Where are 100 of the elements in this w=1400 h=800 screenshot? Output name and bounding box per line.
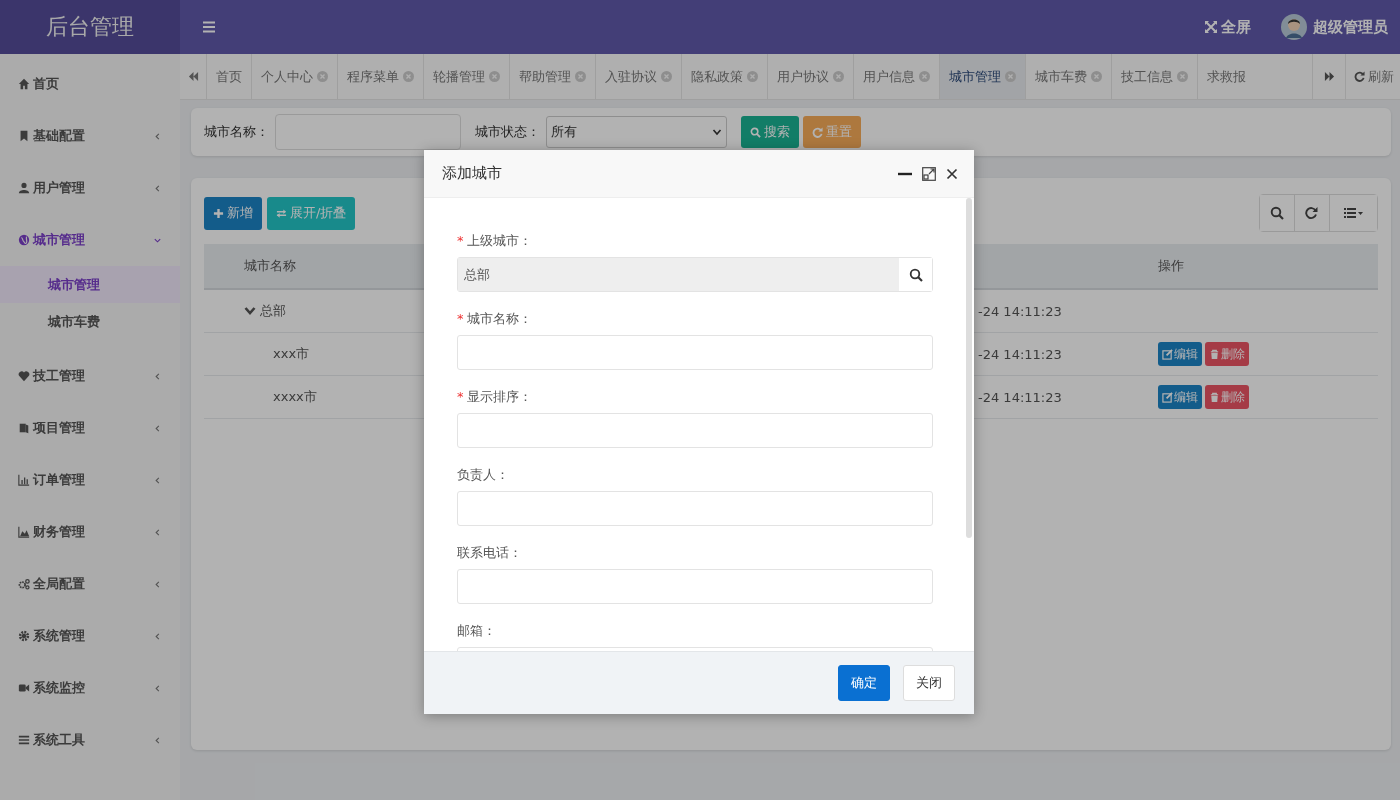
sidebar-item[interactable]: 财务管理: [0, 506, 180, 558]
chevron-left-icon: [153, 579, 162, 589]
field-label: 联系电话：: [457, 544, 522, 561]
field-label: 城市名称：: [204, 123, 269, 141]
refresh-button[interactable]: 刷新: [1346, 54, 1400, 99]
user-icon: [18, 182, 30, 194]
delete-button[interactable]: 删除: [1205, 342, 1249, 366]
gears-icon: [18, 578, 30, 590]
user-menu[interactable]: 超级管理员: [1281, 14, 1388, 40]
required-mark: *: [457, 310, 464, 327]
delete-button[interactable]: 删除: [1205, 385, 1249, 409]
column-header: 操作: [1141, 244, 1378, 290]
field-label: 城市状态：: [475, 123, 540, 141]
search-button[interactable]: [1260, 195, 1295, 231]
tab[interactable]: 轮播管理: [424, 54, 510, 99]
chevron-left-icon: [153, 423, 162, 433]
double-left-icon: [187, 71, 199, 82]
chevron-left-icon: [153, 527, 162, 537]
close-icon: [403, 71, 414, 82]
bookmark-icon: [18, 130, 30, 142]
confirm-button[interactable]: 确定: [838, 665, 890, 701]
sidebar-item[interactable]: 全局配置: [0, 558, 180, 610]
close-button[interactable]: 关闭: [903, 665, 955, 701]
close-icon: [661, 71, 672, 82]
add-button[interactable]: 新增: [204, 196, 262, 230]
table-cell: 总部: [260, 302, 286, 320]
dialog-title: 添加城市: [442, 164, 503, 183]
close-icon[interactable]: [946, 167, 958, 180]
sidebar-item[interactable]: 项目管理: [0, 402, 180, 454]
close-icon: [833, 71, 844, 82]
scrollbar[interactable]: [966, 198, 972, 538]
sidebar-item[interactable]: 系统管理: [0, 610, 180, 662]
input-field[interactable]: [275, 114, 461, 150]
edit-icon: [1162, 391, 1173, 403]
scroll-right-button[interactable]: [1312, 54, 1346, 99]
chevron-left-icon: [153, 131, 162, 141]
close-icon: [489, 71, 500, 82]
bar-chart-icon: [18, 474, 30, 486]
edit-button[interactable]: 编辑: [1158, 342, 1202, 366]
chevron-left-icon: [153, 735, 162, 745]
field-label: 城市名称：: [466, 310, 532, 327]
chevron-left-icon: [153, 475, 162, 485]
fullscreen-button[interactable]: 全屏: [1204, 17, 1251, 37]
sidebar-item[interactable]: 首页: [0, 58, 180, 110]
required-mark: *: [457, 388, 464, 405]
field-label: 显示排序：: [466, 388, 532, 405]
input-field[interactable]: [457, 335, 933, 370]
double-right-icon: [1323, 71, 1335, 82]
tab[interactable]: 城市车费: [1026, 54, 1112, 99]
tab[interactable]: 程序菜单: [338, 54, 424, 99]
input-field[interactable]: [457, 569, 933, 604]
close-icon: [919, 71, 930, 82]
tab[interactable]: 求救报: [1198, 54, 1246, 99]
tab[interactable]: 首页: [207, 54, 252, 99]
input-field[interactable]: [457, 491, 933, 526]
search-icon: [750, 126, 761, 138]
tab[interactable]: 用户协议: [768, 54, 854, 99]
sidebar-item[interactable]: 系统工具: [0, 714, 180, 766]
sidebar-item[interactable]: 用户管理: [0, 162, 180, 214]
chevron-left-icon: [153, 183, 162, 193]
search-button[interactable]: 搜索: [741, 116, 799, 148]
field-label: 负责人：: [457, 466, 509, 483]
tab[interactable]: 入驻协议: [596, 54, 682, 99]
list-icon: [1343, 206, 1364, 220]
area-chart-icon: [18, 526, 30, 538]
edit-button[interactable]: 编辑: [1158, 385, 1202, 409]
expand-icon: [1204, 20, 1218, 34]
menu-icon[interactable]: [202, 20, 216, 34]
tab[interactable]: 技工信息: [1112, 54, 1198, 99]
sidebar-item[interactable]: 技工管理: [0, 350, 180, 402]
tab[interactable]: 隐私政策: [682, 54, 768, 99]
caret-icon: [712, 127, 722, 137]
home-icon: [18, 78, 30, 90]
tab[interactable]: 个人中心: [252, 54, 338, 99]
maximize-icon[interactable]: [922, 166, 936, 181]
chevron-left-icon: [153, 683, 162, 693]
toggle-button[interactable]: 展开/折叠: [267, 196, 356, 230]
table-cell: xxx市: [273, 345, 310, 363]
field-label: 邮箱：: [457, 622, 496, 639]
input-field[interactable]: [457, 413, 933, 448]
heart-icon: [18, 370, 30, 382]
edit-icon: [1162, 348, 1173, 360]
tab[interactable]: 城市管理: [940, 54, 1026, 99]
submenu-item[interactable]: 城市车费: [0, 303, 180, 340]
sidebar-item[interactable]: 系统监控: [0, 662, 180, 714]
status-select[interactable]: 所有: [546, 116, 727, 148]
submenu-item[interactable]: 城市管理: [0, 266, 180, 303]
trash-icon: [1209, 391, 1220, 403]
sidebar-item[interactable]: 城市管理: [0, 214, 180, 266]
globe-icon: [18, 234, 30, 246]
tab[interactable]: 帮助管理: [510, 54, 596, 99]
chevron-down-icon[interactable]: [244, 306, 256, 316]
avatar-icon: [1281, 14, 1307, 40]
close-icon: [1091, 71, 1102, 82]
table-cell: -24 14:11:23: [978, 389, 1062, 405]
chevron-left-icon: [153, 371, 162, 381]
sidebar-item[interactable]: 订单管理: [0, 454, 180, 506]
close-icon: [1005, 71, 1016, 82]
sidebar-item[interactable]: 基础配置: [0, 110, 180, 162]
close-icon: [747, 71, 758, 82]
